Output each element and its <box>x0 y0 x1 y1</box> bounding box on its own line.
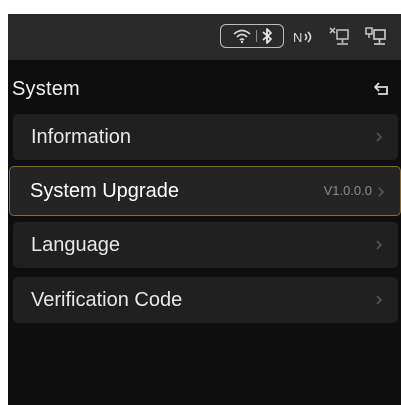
bluetooth-icon <box>261 28 272 44</box>
page-header: System <box>8 70 401 110</box>
firmware-version: V1.0.0.0 <box>323 183 372 198</box>
chevron-right-icon <box>376 295 383 305</box>
menu-item-verification-code[interactable]: Verification Code <box>13 277 398 323</box>
menu-item-label: Verification Code <box>31 289 183 311</box>
chevron-right-icon <box>376 240 383 250</box>
menu-item-language[interactable]: Language <box>13 222 398 268</box>
wifi-icon <box>232 29 251 44</box>
back-icon[interactable] <box>373 80 391 98</box>
menu-item-system-upgrade[interactable]: System Upgrade V1.0.0.0 <box>9 166 401 216</box>
device-screen: N System Information System Upgrade V1.0… <box>8 14 401 405</box>
status-bar: N <box>8 14 401 60</box>
page-title: System <box>12 78 80 100</box>
network-connected-icon <box>363 24 391 50</box>
chevron-right-icon <box>376 132 383 142</box>
nfc-icon: N <box>292 24 318 50</box>
menu-item-label: Language <box>31 234 120 256</box>
menu-item-information[interactable]: Information <box>13 114 398 160</box>
network-disconnected-icon <box>326 24 354 50</box>
svg-text:N: N <box>293 30 302 45</box>
menu-item-label: Information <box>31 126 132 148</box>
connectivity-indicator <box>220 24 284 48</box>
chevron-right-icon <box>378 187 385 197</box>
menu-item-label: System Upgrade <box>30 180 179 202</box>
divider <box>255 30 257 42</box>
